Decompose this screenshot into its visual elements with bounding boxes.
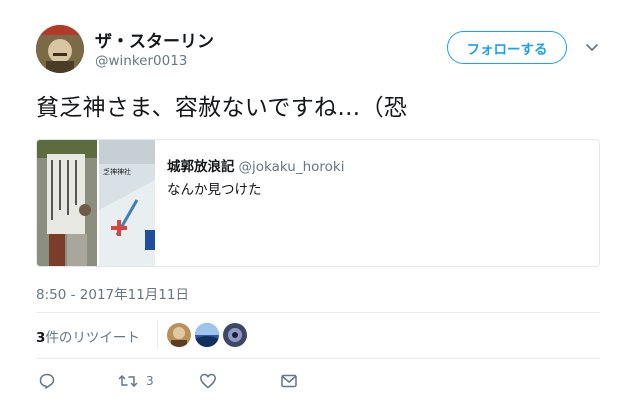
retweeter-avatar[interactable] [195, 323, 219, 347]
stats-separator [157, 320, 158, 348]
quoted-author-name[interactable]: 城郭放浪記 [167, 159, 235, 175]
quoted-tweet-image-text: 乏神神社 [103, 167, 131, 176]
user-display-name[interactable]: ザ・スターリン [95, 27, 214, 52]
envelope-icon [281, 374, 297, 388]
tweet-text: 貧乏神さま、容赦ないですね…（恐 [36, 95, 408, 121]
follow-button[interactable]: フォローする [447, 31, 567, 64]
heart-icon [200, 373, 216, 389]
retweet-action-count: 3 [146, 374, 154, 388]
retweet-button[interactable]: 3 [118, 372, 154, 390]
user-handle[interactable]: @winker0013 [95, 53, 187, 69]
quoted-tweet-author[interactable]: 城郭放浪記 @jokaku_horoki [167, 155, 344, 175]
reply-button[interactable] [38, 372, 56, 390]
retweet-count: 3 [36, 330, 46, 346]
quoted-tweet-text: なんか見つけた [167, 182, 262, 198]
retweeter-avatar[interactable] [223, 323, 247, 347]
quoted-tweet[interactable]: 乏神神社 城郭放浪記 @jokaku_horoki なんか見つけた [36, 139, 600, 267]
retweet-icon [118, 375, 138, 387]
reply-icon [39, 373, 55, 389]
user-avatar[interactable] [36, 25, 84, 73]
like-button[interactable] [199, 372, 217, 390]
tweet-timestamp[interactable]: 8:50 - 2017年11月11日 [36, 283, 189, 303]
chevron-down-icon[interactable] [584, 39, 600, 55]
divider [36, 358, 600, 359]
direct-message-button[interactable] [280, 372, 298, 390]
divider [36, 312, 600, 313]
retweeter-avatar[interactable] [167, 323, 191, 347]
retweet-label: 件のリツイート [45, 330, 140, 346]
quoted-tweet-image[interactable]: 乏神神社 [37, 140, 155, 266]
quoted-author-handle[interactable]: @jokaku_horoki [239, 159, 345, 175]
retweet-stats[interactable]: 3件のリツイート [36, 326, 140, 346]
